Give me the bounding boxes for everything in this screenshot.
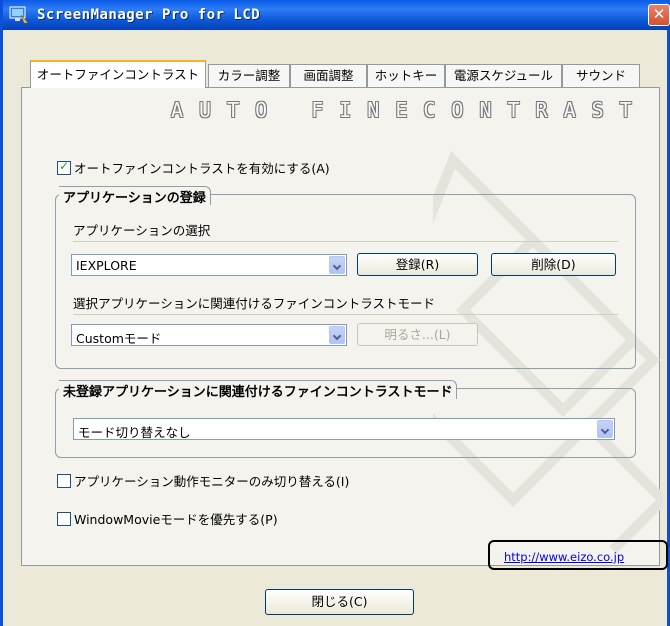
app-registration-title: アプリケーションの登録 bbox=[59, 186, 211, 206]
app-select-dropdown[interactable]: IEXPLORE bbox=[71, 254, 347, 276]
mode-select-dropdown[interactable]: Customモード bbox=[71, 324, 347, 346]
checkbox-box[interactable] bbox=[57, 512, 71, 526]
chevron-down-icon[interactable] bbox=[329, 326, 345, 344]
chevron-down-icon[interactable] bbox=[597, 420, 613, 438]
chevron-down-icon[interactable] bbox=[329, 256, 345, 274]
delete-button[interactable]: 削除(D) bbox=[491, 253, 616, 276]
app-select-label: アプリケーションの選択 bbox=[73, 223, 211, 238]
checkbox-label: オートファインコントラストを有効にする(A) bbox=[74, 161, 330, 176]
unregistered-title: 未登録アプリケーションに関連付けるファインコントラストモード bbox=[59, 380, 458, 400]
checkbox-label: WindowMovieモードを優先する(P) bbox=[74, 512, 278, 527]
app-icon bbox=[9, 6, 29, 24]
close-window-button[interactable]: ✕ bbox=[648, 4, 670, 26]
close-button[interactable]: 閉じる(C) bbox=[265, 589, 414, 615]
divider bbox=[73, 314, 618, 315]
app-select-value: IEXPLORE bbox=[76, 258, 137, 273]
tab-screen-adjust[interactable]: 画面調整 bbox=[290, 64, 367, 87]
eizo-link-box: http://www.eizo.co.jp bbox=[488, 540, 668, 570]
unregistered-mode-value: モード切り替えなし bbox=[78, 425, 191, 440]
register-button[interactable]: 登録(R) bbox=[357, 253, 478, 276]
auto-finecontrast-banner: AUTO FINECONTRAST bbox=[171, 98, 648, 122]
tab-hotkey[interactable]: ホットキー bbox=[367, 64, 445, 87]
enable-finecontrast-checkbox[interactable]: ✓ オートファインコントラストを有効にする(A) bbox=[57, 158, 330, 177]
windowmovie-priority-checkbox[interactable]: WindowMovieモードを優先する(P) bbox=[57, 509, 278, 528]
divider bbox=[73, 241, 618, 242]
tab-sound[interactable]: サウンド bbox=[562, 64, 640, 87]
brightness-button[interactable]: 明るさ...(L) bbox=[357, 323, 478, 346]
mode-select-value: Customモード bbox=[76, 331, 162, 346]
unregistered-mode-dropdown[interactable]: モード切り替えなし bbox=[73, 418, 615, 440]
tab-color-adjust[interactable]: カラー調整 bbox=[208, 64, 290, 87]
tab-auto-finecontrast[interactable]: オートファインコントラスト bbox=[30, 60, 206, 88]
checkbox-box[interactable] bbox=[57, 474, 71, 488]
app-window: ScreenManager Pro for LCD ✕ オートファインコントラス… bbox=[0, 0, 670, 626]
check-mark-icon: ✓ bbox=[59, 159, 70, 173]
eizo-website-link[interactable]: http://www.eizo.co.jp bbox=[504, 550, 624, 564]
checkbox-box[interactable]: ✓ bbox=[57, 159, 71, 175]
window-title: ScreenManager Pro for LCD bbox=[37, 7, 261, 23]
mode-select-label: 選択アプリケーションに関連付けるファインコントラストモード bbox=[73, 296, 436, 311]
tab-power-schedule[interactable]: 電源スケジュール bbox=[445, 64, 562, 87]
checkbox-label: アプリケーション動作モニターのみ切り替える(I) bbox=[74, 474, 350, 489]
title-bar[interactable]: ScreenManager Pro for LCD ✕ bbox=[3, 0, 670, 30]
monitor-only-checkbox[interactable]: アプリケーション動作モニターのみ切り替える(I) bbox=[57, 471, 349, 490]
